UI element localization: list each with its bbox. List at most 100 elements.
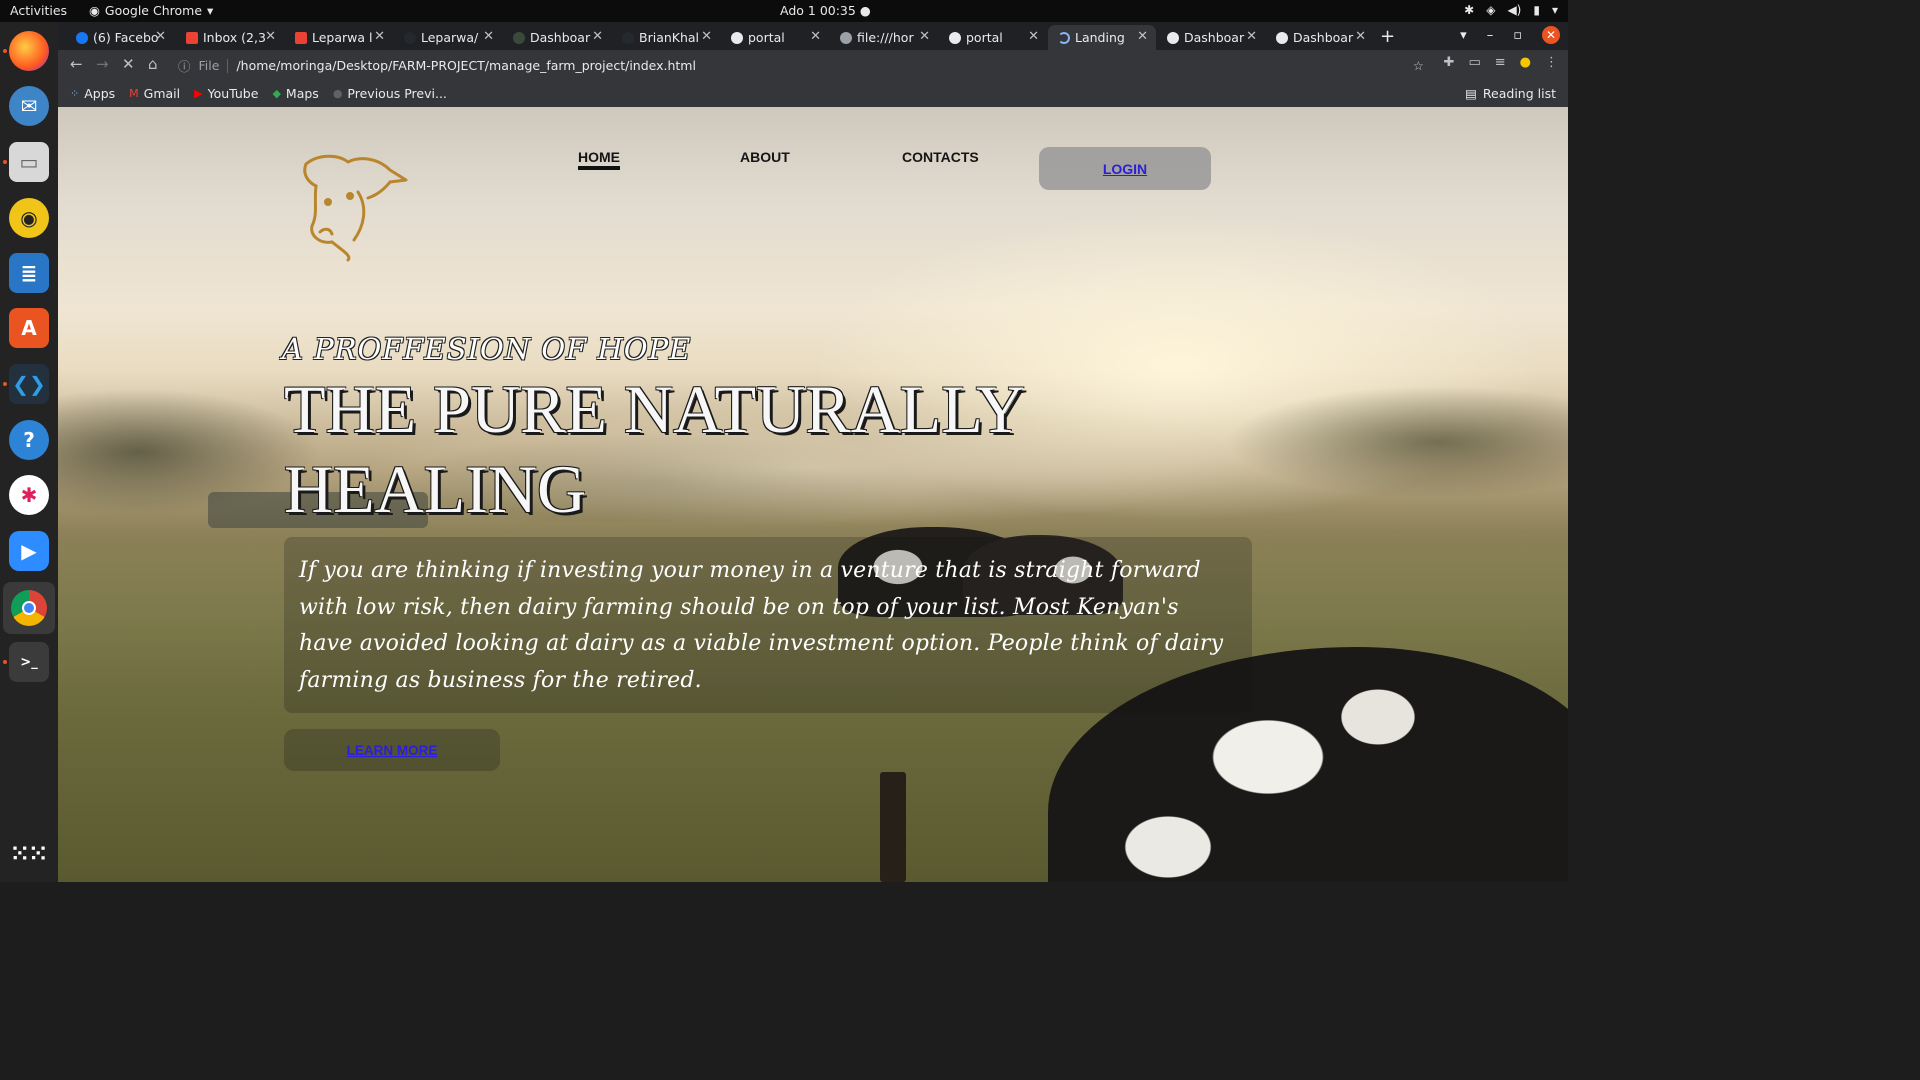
firefox-icon[interactable] — [9, 31, 49, 71]
nav-contacts-link[interactable]: CONTACTS — [902, 149, 979, 165]
new-tab-button[interactable]: + — [1380, 26, 1395, 47]
power-menu-icon[interactable]: ▾ — [1552, 3, 1558, 17]
tab[interactable]: Inbox (2,3 ✕ — [176, 25, 284, 50]
tab-label: BrianKhal — [639, 30, 700, 45]
writer-icon[interactable]: ≣ — [9, 253, 49, 293]
tab[interactable]: BrianKhal ✕ — [612, 25, 720, 50]
cast-icon[interactable]: ▭ — [1468, 55, 1480, 70]
thunderbird-icon[interactable]: ✉ — [9, 86, 49, 126]
tab[interactable]: Leparwa/ ✕ — [394, 25, 502, 50]
tab-label: Dashboar — [530, 30, 591, 45]
menu-icon[interactable]: ⋮ — [1545, 55, 1558, 70]
fence-post — [880, 772, 906, 882]
address-bar[interactable]: ⓘ File /home/moringa/Desktop/FARM-PROJEC… — [170, 53, 1430, 78]
tab[interactable]: Dashboar ✕ — [503, 25, 611, 50]
reading-list-button[interactable]: ▤ Reading list — [1465, 86, 1556, 101]
globe-icon — [949, 31, 961, 44]
network-icon[interactable]: ◈ — [1486, 3, 1495, 17]
help-icon[interactable]: ? — [9, 420, 49, 460]
tab[interactable]: portal ✕ — [939, 25, 1047, 50]
chrome-icon: ◉ — [89, 3, 100, 18]
learn-more-button[interactable]: LEARN MORE — [284, 729, 500, 771]
tab[interactable]: Leparwa l ✕ — [285, 25, 393, 50]
zoom-icon[interactable]: ▶ — [9, 531, 49, 571]
info-icon[interactable]: ⓘ — [178, 56, 191, 75]
forward-icon[interactable]: → — [96, 55, 109, 73]
gmail-icon — [186, 31, 198, 44]
loading-icon — [1058, 31, 1070, 44]
profile-avatar-icon[interactable]: ● — [1520, 55, 1531, 70]
back-icon[interactable]: ← — [70, 55, 83, 73]
home-icon[interactable]: ⌂ — [148, 55, 158, 73]
software-center-icon[interactable]: A — [9, 308, 49, 348]
battery-icon[interactable]: ▮ — [1533, 3, 1540, 17]
bookmark-maps[interactable]: ◆ Maps — [272, 86, 318, 101]
volume-icon[interactable]: ◀) — [1507, 3, 1521, 17]
stop-loading-icon[interactable]: ✕ — [122, 55, 135, 73]
tab[interactable]: portal ✕ — [721, 25, 829, 50]
cow-logo-icon — [303, 154, 408, 262]
activities-button[interactable]: Activities — [10, 3, 67, 18]
extensions-icon[interactable]: ✚ — [1444, 55, 1455, 70]
window-close-icon[interactable]: ✕ — [1542, 26, 1560, 44]
tab-active[interactable]: Landing ✕ — [1048, 25, 1156, 50]
bookmark-apps[interactable]: ⁘ Apps — [70, 86, 115, 101]
files-icon[interactable]: ▭ — [9, 142, 49, 182]
maps-icon: ◆ — [272, 87, 281, 100]
login-link[interactable]: LOGIN — [1103, 161, 1147, 177]
tab[interactable]: (6) Facebo ✕ — [66, 25, 174, 50]
rhythmbox-icon[interactable]: ◉ — [9, 198, 49, 238]
close-icon[interactable]: ✕ — [155, 29, 166, 44]
caret-down-icon: ▾ — [207, 3, 214, 18]
app-menu[interactable]: ◉ Google Chrome ▾ — [89, 3, 213, 18]
close-icon[interactable]: ✕ — [265, 29, 276, 44]
nav-home-link[interactable]: HOME — [578, 149, 620, 170]
tab[interactable]: file:///hor ✕ — [830, 25, 938, 50]
bookmark-gmail[interactable]: M Gmail — [129, 86, 180, 101]
globe-icon — [1276, 31, 1288, 44]
toolbar: ← → ✕ ⌂ ⓘ File /home/moringa/Desktop/FAR… — [58, 50, 1568, 80]
tab-label: portal — [748, 30, 785, 45]
slack-tray-icon[interactable]: ✱ — [1464, 3, 1474, 17]
minimize-icon[interactable]: – — [1487, 28, 1494, 43]
bookmark-previous[interactable]: ● Previous Previ... — [333, 86, 447, 101]
terminal-icon[interactable]: >_ — [9, 642, 49, 682]
clock[interactable]: Ado 1 00:35 ● — [780, 3, 871, 18]
hero-text-box: If you are thinking if investing your mo… — [284, 537, 1252, 713]
bookmark-label: Maps — [285, 86, 319, 101]
learn-more-link[interactable]: LEARN MORE — [347, 743, 438, 758]
tab-search-icon[interactable]: ▾ — [1460, 28, 1467, 43]
slack-icon[interactable]: ✱ — [9, 475, 49, 515]
bookmarks-bar: ⁘ Apps M Gmail ▶ YouTube ◆ Maps ● Previous Pr… — [58, 80, 1568, 107]
close-icon[interactable]: ✕ — [1137, 29, 1148, 44]
vscode-icon[interactable]: ❮❯ — [9, 364, 49, 404]
hero-paragraph: If you are thinking if investing your mo… — [299, 558, 1224, 693]
tab-label: Dashboar — [1293, 30, 1354, 45]
close-icon[interactable]: ✕ — [1246, 29, 1257, 44]
tab[interactable]: Dashboar ✕ — [1266, 25, 1374, 50]
close-icon[interactable]: ✕ — [1355, 29, 1366, 44]
login-button[interactable]: LOGIN — [1039, 147, 1211, 190]
bookmark-star-icon[interactable]: ☆ — [1413, 58, 1424, 73]
bookmark-youtube[interactable]: ▶ YouTube — [194, 86, 258, 101]
tab[interactable]: Dashboar ✕ — [1157, 25, 1265, 50]
url-text[interactable]: /home/moringa/Desktop/FARM-PROJECT/manag… — [236, 58, 696, 73]
tab-label: Landing — [1075, 30, 1125, 45]
close-icon[interactable]: ✕ — [810, 29, 821, 44]
facebook-icon — [76, 31, 88, 44]
media-icon[interactable]: ≡ — [1495, 55, 1506, 70]
maximize-icon[interactable]: ▫ — [1513, 28, 1522, 43]
close-icon[interactable]: ✕ — [1028, 29, 1039, 44]
system-top-bar: Activities ◉ Google Chrome ▾ Ado 1 00:35… — [0, 0, 1568, 22]
nav-about-link[interactable]: ABOUT — [740, 149, 790, 165]
close-icon[interactable]: ✕ — [483, 29, 494, 44]
chrome-dock-icon[interactable] — [3, 582, 55, 634]
show-applications-icon[interactable]: ⁙⁙ — [9, 834, 49, 874]
close-icon[interactable]: ✕ — [374, 29, 385, 44]
close-icon[interactable]: ✕ — [592, 29, 603, 44]
hero-headline: THE PURE NATURALLY HEALING — [284, 371, 1023, 527]
close-icon[interactable]: ✕ — [919, 29, 930, 44]
close-icon[interactable]: ✕ — [701, 29, 712, 44]
globe-icon — [1167, 31, 1179, 44]
system-tray[interactable]: ✱ ◈ ◀) ▮ ▾ — [1464, 3, 1558, 17]
